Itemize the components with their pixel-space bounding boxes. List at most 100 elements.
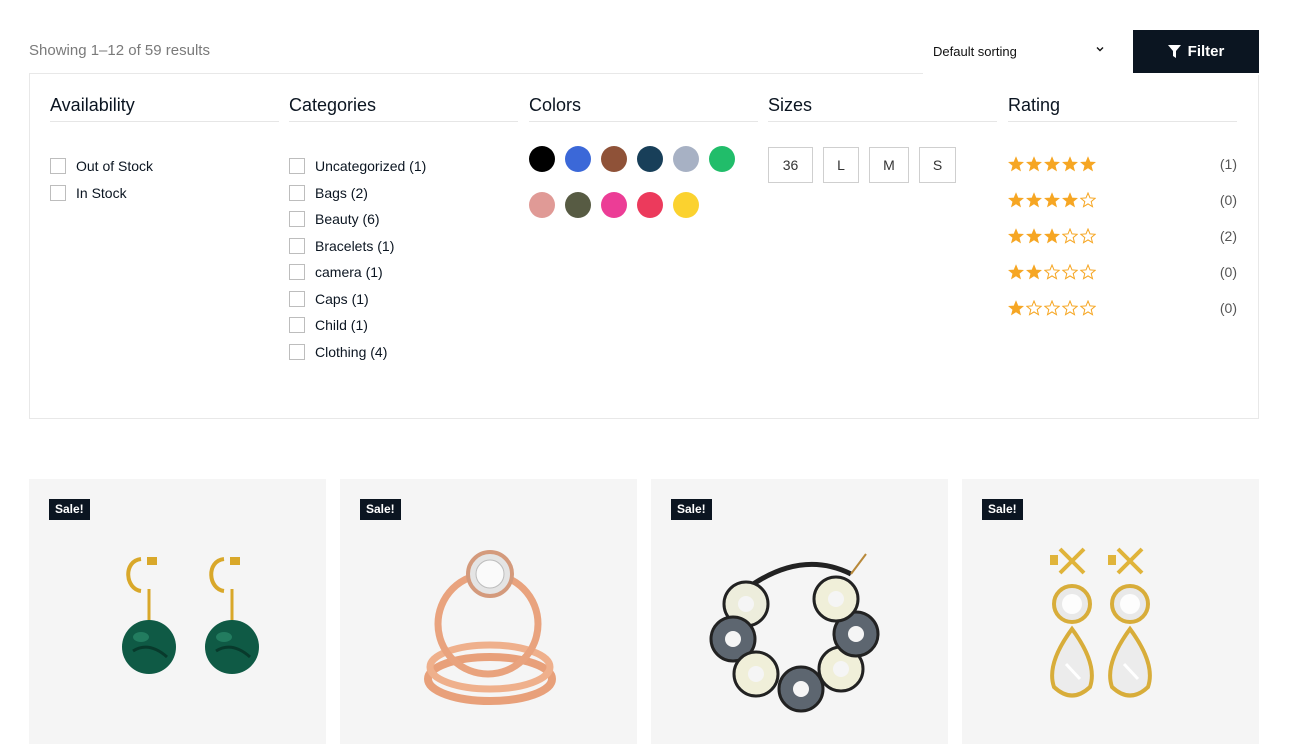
availability-option-label: Out of Stock [76, 158, 154, 175]
product-card[interactable]: Sale! [962, 479, 1259, 744]
star-outline-icon [1080, 192, 1096, 208]
sizes-filter: Sizes 36 L M S [768, 94, 997, 183]
availability-filter: Availability Out of Stock In Stock [50, 94, 279, 206]
rating-count: (1) [1219, 156, 1237, 172]
category-option[interactable]: camera (1) [289, 259, 518, 286]
sale-badge: Sale! [360, 499, 401, 520]
size-option[interactable]: S [919, 147, 956, 183]
star-filled-icon [1062, 192, 1078, 208]
sale-badge: Sale! [671, 499, 712, 520]
star-filled-icon [1026, 156, 1042, 172]
availability-list: Out of Stock In Stock [50, 153, 279, 206]
checkbox[interactable] [289, 343, 305, 360]
color-swatch[interactable] [529, 192, 555, 218]
star-rating [1008, 192, 1096, 208]
category-option-label: Bracelets (1) [315, 237, 395, 254]
filter-panel: Availability Out of Stock In Stock Catego… [29, 73, 1260, 419]
size-option[interactable]: M [869, 147, 909, 183]
star-filled-icon [1008, 192, 1024, 208]
availability-option[interactable]: Out of Stock [50, 153, 279, 180]
colors-title: Colors [529, 94, 758, 122]
star-filled-icon [1008, 156, 1024, 172]
sizes-title: Sizes [768, 94, 997, 122]
checkbox[interactable] [50, 184, 66, 201]
color-swatch[interactable] [565, 192, 591, 218]
category-option[interactable]: Clothing (4) [289, 339, 518, 366]
star-filled-icon [1044, 228, 1060, 244]
result-count: Showing 1–12 of 59 results [29, 42, 210, 59]
category-option[interactable]: Beauty (6) [289, 206, 518, 233]
sorting-select[interactable]: Default sorting [923, 30, 1118, 73]
rating-option[interactable]: (1) [1008, 146, 1237, 182]
star-rating [1008, 300, 1096, 316]
categories-title: Categories [289, 94, 518, 122]
star-filled-icon [1044, 156, 1060, 172]
rating-option[interactable]: (0) [1008, 182, 1237, 218]
star-outline-icon [1080, 300, 1096, 316]
star-filled-icon [1062, 156, 1078, 172]
black-ivory-link-bracelet-image[interactable] [651, 529, 948, 729]
shop-toolbar: Showing 1–12 of 59 results Default sorti… [0, 0, 1292, 74]
checkbox[interactable] [289, 184, 305, 201]
color-swatch[interactable] [565, 146, 591, 172]
color-swatch[interactable] [709, 146, 735, 172]
star-rating [1008, 264, 1096, 280]
star-outline-icon [1062, 300, 1078, 316]
color-swatch[interactable] [637, 146, 663, 172]
rating-option[interactable]: (0) [1008, 254, 1237, 290]
rating-option[interactable]: (0) [1008, 290, 1237, 326]
star-filled-icon [1008, 228, 1024, 244]
rating-option[interactable]: (2) [1008, 218, 1237, 254]
star-outline-icon [1062, 228, 1078, 244]
star-rating [1008, 156, 1096, 172]
star-outline-icon [1044, 264, 1060, 280]
filter-button-label: Filter [1187, 43, 1225, 60]
checkbox[interactable] [289, 264, 305, 281]
category-option-label: Bags (2) [315, 184, 368, 201]
availability-title: Availability [50, 94, 279, 122]
malachite-hoop-earrings-image[interactable] [29, 529, 326, 729]
gold-crystal-drop-earrings-image[interactable] [962, 529, 1259, 729]
star-outline-icon [1080, 228, 1096, 244]
star-filled-icon [1026, 192, 1042, 208]
checkbox[interactable] [50, 158, 66, 175]
filter-button[interactable]: Filter [1133, 30, 1259, 73]
color-swatch[interactable] [673, 146, 699, 172]
star-outline-icon [1044, 300, 1060, 316]
category-option-label: Clothing (4) [315, 343, 388, 360]
checkbox[interactable] [289, 237, 305, 254]
category-option-label: Beauty (6) [315, 211, 380, 228]
color-swatch[interactable] [637, 192, 663, 218]
rating-count: (0) [1219, 300, 1237, 316]
chevron-down-icon [1096, 47, 1104, 52]
size-option[interactable]: L [823, 147, 859, 183]
checkbox[interactable] [289, 158, 305, 175]
star-filled-icon [1080, 156, 1096, 172]
category-option[interactable]: Child (1) [289, 312, 518, 339]
color-swatch[interactable] [673, 192, 699, 218]
availability-option-label: In Stock [76, 184, 127, 201]
checkbox[interactable] [289, 290, 305, 307]
product-card[interactable]: Sale! [29, 479, 326, 744]
star-outline-icon [1026, 300, 1042, 316]
color-swatch[interactable] [529, 146, 555, 172]
color-swatch[interactable] [601, 192, 627, 218]
checkbox[interactable] [289, 211, 305, 228]
category-option[interactable]: Uncategorized (1) [289, 153, 518, 180]
category-option[interactable]: Bracelets (1) [289, 233, 518, 260]
product-card[interactable]: Sale! [651, 479, 948, 744]
rating-title: Rating [1008, 94, 1237, 122]
checkbox[interactable] [289, 317, 305, 334]
star-filled-icon [1008, 264, 1024, 280]
availability-option[interactable]: In Stock [50, 180, 279, 207]
color-swatch[interactable] [601, 146, 627, 172]
category-option[interactable]: Caps (1) [289, 286, 518, 313]
product-card[interactable]: Sale! [340, 479, 637, 744]
size-options: 36 L M S [768, 147, 997, 183]
rose-gold-diamond-rings-image[interactable] [340, 529, 637, 729]
category-option[interactable]: Bags (2) [289, 180, 518, 207]
filter-icon [1167, 44, 1181, 58]
star-filled-icon [1026, 228, 1042, 244]
rating-count: (0) [1219, 264, 1237, 280]
size-option[interactable]: 36 [768, 147, 813, 183]
